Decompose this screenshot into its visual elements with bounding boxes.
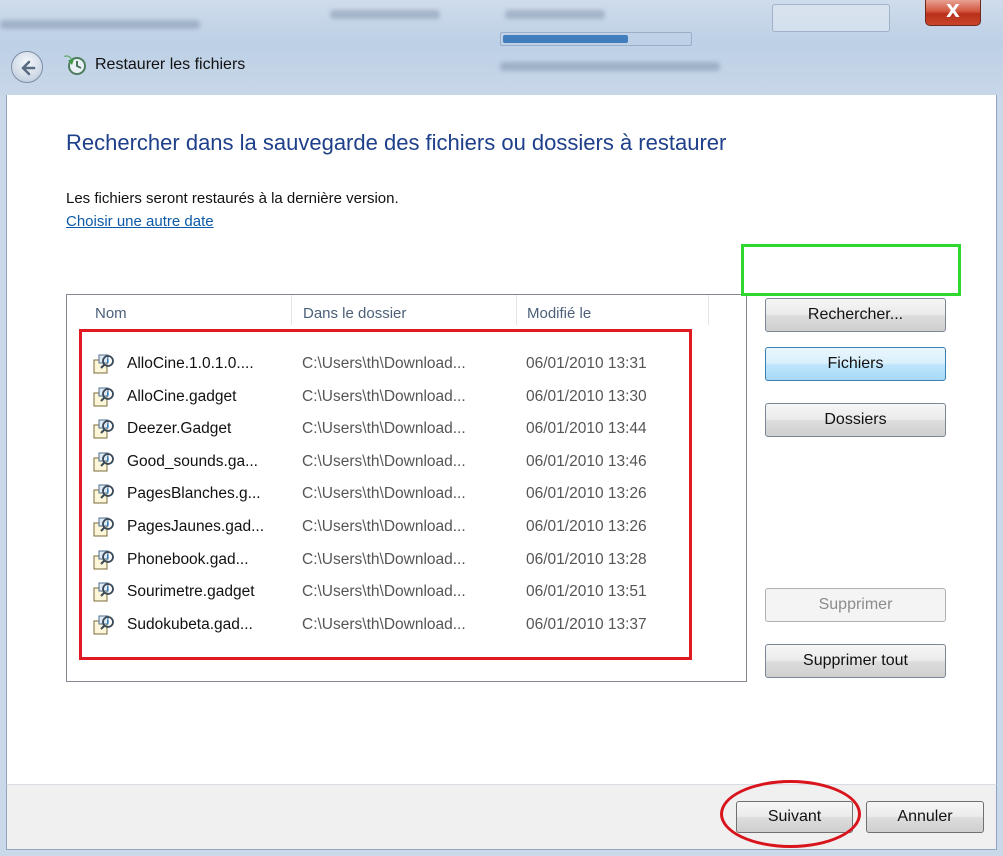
add-folders-button[interactable]: Dossiers [765,403,946,437]
file-name: PagesJaunes.gad... [127,518,265,535]
file-name: Good_sounds.ga... [127,452,258,470]
page-heading: Rechercher dans la sauvegarde des fichie… [66,130,727,155]
file-modified: 06/01/2010 13:51 [526,583,647,601]
gadget-file-icon [93,353,115,375]
table-row[interactable]: Phonebook.gad... C:\Users\th\Download... 0… [87,544,707,577]
file-folder: C:\Users\th\Download... [302,387,466,405]
gadget-file-icon [93,614,115,636]
file-name: PagesBlanches.g... [127,485,261,503]
file-modified: 06/01/2010 13:26 [526,485,647,503]
file-modified: 06/01/2010 13:28 [526,550,647,568]
cancel-button[interactable]: Annuler [866,801,984,833]
file-folder: C:\Users\th\Download... [302,615,466,633]
gadget-file-icon [93,386,115,408]
file-folder: C:\Users\th\Download... [302,420,466,438]
column-separator[interactable] [708,295,709,325]
file-folder: C:\Users\th\Download... [302,583,466,601]
file-modified: 06/01/2010 13:31 [526,355,647,372]
table-row[interactable]: AlloCine.1.0.1.0.... C:\Users\th\Download… [87,348,707,381]
column-separator[interactable] [516,295,517,325]
background-button [772,4,890,32]
file-name: Phonebook.gad... [127,550,249,568]
background-blur [500,62,720,71]
column-header-name[interactable]: Nom [95,305,127,322]
background-progress-fill [503,35,628,43]
table-row[interactable]: Sudokubeta.gad... C:\Users\th\Download...… [87,609,707,642]
table-row[interactable]: Good_sounds.ga... C:\Users\th\Download...… [87,446,707,479]
background-blur [505,10,605,19]
column-separator[interactable] [291,295,292,325]
background-blur [0,20,200,29]
back-button[interactable] [11,51,43,83]
table-row[interactable]: Deezer.Gadget C:\Users\th\Download... 06/0… [87,413,707,446]
gadget-file-icon [93,418,115,440]
file-folder: C:\Users\th\Download... [302,518,466,535]
file-folder: C:\Users\th\Download... [302,550,466,568]
content-panel: Rechercher dans la sauvegarde des fichie… [6,95,997,784]
file-list[interactable]: Nom Dans le dossier Modifié le AlloCine.… [66,294,747,682]
file-modified: 06/01/2010 13:26 [526,518,647,535]
file-modified: 06/01/2010 13:37 [526,615,647,633]
background-blur [330,10,440,19]
remove-all-button[interactable]: Supprimer tout [765,644,946,678]
footer-bar: Suivant Annuler [6,784,997,850]
file-folder: C:\Users\th\Download... [302,485,466,503]
back-arrow-icon [21,60,36,76]
file-name: Sourimetre.gadget [127,583,255,601]
gadget-file-icon [93,581,115,603]
search-button[interactable]: Rechercher... [765,298,946,332]
file-name: AlloCine.1.0.1.0.... [127,355,254,372]
remove-button[interactable]: Supprimer [765,588,946,622]
table-row[interactable]: Sourimetre.gadget C:\Users\th\Download...… [87,576,707,609]
close-button[interactable]: X [925,0,981,26]
column-header-modified[interactable]: Modifié le [527,305,591,322]
file-name: Deezer.Gadget [127,420,232,438]
info-text: Les fichiers seront restaurés à la derni… [66,190,399,207]
gadget-file-icon [93,549,115,571]
file-modified: 06/01/2010 13:46 [526,452,647,470]
file-modified: 06/01/2010 13:44 [526,420,647,438]
column-header-folder[interactable]: Dans le dossier [303,305,406,322]
window-title: Restaurer les fichiers [95,56,246,73]
next-button[interactable]: Suivant [736,801,853,833]
file-folder: C:\Users\th\Download... [302,452,466,470]
gadget-file-icon [93,451,115,473]
table-row[interactable]: AlloCine.gadget C:\Users\th\Download... 06… [87,381,707,414]
file-name: Sudokubeta.gad... [127,615,253,633]
restore-files-icon [64,55,86,75]
title-bar: X Restaurer les fichiers [0,0,1003,95]
file-folder: C:\Users\th\Download... [302,355,466,372]
gadget-file-icon [93,483,115,505]
table-row[interactable]: PagesBlanches.g... C:\Users\th\Download..… [87,478,707,511]
file-name: AlloCine.gadget [127,387,237,405]
table-row[interactable]: PagesJaunes.gad... C:\Users\th\Download..… [87,511,707,544]
file-modified: 06/01/2010 13:30 [526,387,647,405]
choose-date-link[interactable]: Choisir une autre date [66,213,214,230]
add-files-button[interactable]: Fichiers [765,347,946,381]
gadget-file-icon [93,516,115,538]
